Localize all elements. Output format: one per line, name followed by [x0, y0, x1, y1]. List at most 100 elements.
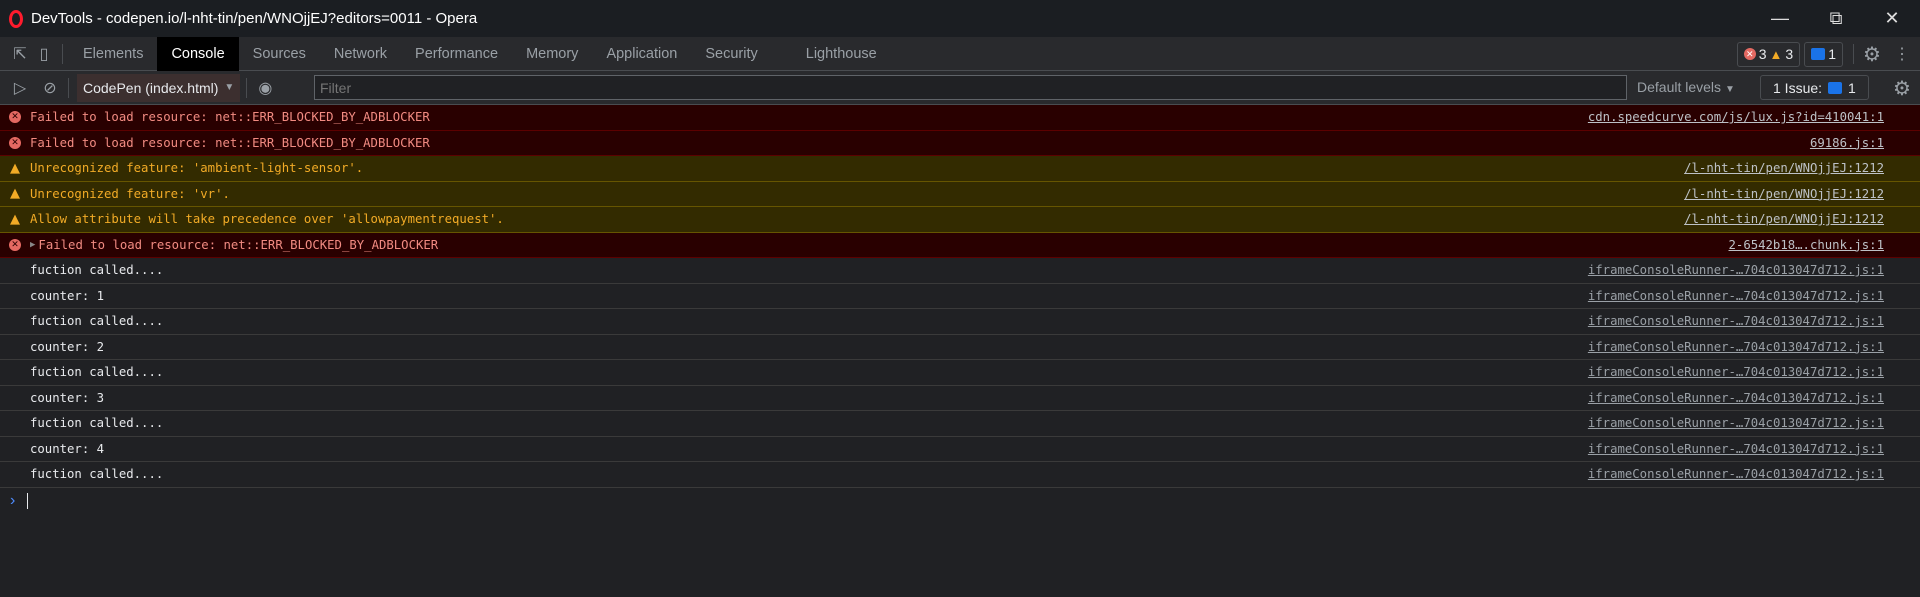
restore-icon[interactable]: ⧉ [1808, 0, 1864, 37]
source-link[interactable]: iframeConsoleRunner-…704c013047d712.js:1 [1588, 416, 1884, 430]
log-levels-dropdown[interactable]: Default levels ▼ [1637, 79, 1735, 95]
source-link[interactable]: iframeConsoleRunner-…704c013047d712.js:1 [1588, 314, 1884, 328]
source-link[interactable]: iframeConsoleRunner-…704c013047d712.js:1 [1588, 340, 1884, 354]
devtools-tabs: ⇱ ▯ Elements Console Sources Network Perform… [0, 36, 1920, 71]
message-text: fuction called.... [30, 467, 164, 482]
sidebar-toggle-icon[interactable]: ▷ [8, 76, 32, 100]
message-text: Unrecognized feature: 'vr'. [30, 186, 230, 201]
tab-lighthouse[interactable]: Lighthouse [792, 37, 891, 71]
source-link[interactable]: iframeConsoleRunner-…704c013047d712.js:1 [1588, 442, 1884, 456]
divider [62, 43, 63, 64]
device-toolbar-icon[interactable]: ▯ [32, 42, 56, 66]
console-message-warning: ▲ Allow attribute will take precedence ov… [0, 207, 1920, 233]
tab-security[interactable]: Security [691, 37, 771, 71]
chevron-down-icon: ▼ [1724, 84, 1735, 95]
error-icon: ✕ [9, 136, 21, 149]
tab-network[interactable]: Network [320, 37, 401, 71]
message-count: 1 [1828, 46, 1836, 62]
console-message-log: counter: 2 iframeConsoleRunner-…704c01304… [0, 335, 1920, 360]
console-message-warning: ▲ Unrecognized feature: 'vr'. /l-nht-tin/p… [0, 181, 1920, 207]
console-message-log: counter: 3 iframeConsoleRunner-…704c01304… [0, 386, 1920, 411]
live-expression-eye-icon[interactable]: ◉ [253, 76, 277, 100]
tab-application[interactable]: Application [592, 37, 691, 71]
error-icon: ✕ [1743, 48, 1756, 60]
source-link[interactable]: 69186.js:1 [1810, 136, 1884, 150]
message-text: Failed to load resource: net::ERR_BLOCKE… [30, 110, 430, 125]
console-message-log: fuction called.... iframeConsoleRunner-…7… [0, 360, 1920, 386]
clear-console-icon[interactable]: ⊘ [38, 76, 62, 100]
tab-console[interactable]: Console [157, 36, 239, 71]
chevron-down-icon: ▼ [224, 82, 235, 93]
message-text: counter: 2 [30, 339, 105, 354]
error-icon: ✕ [9, 111, 21, 123]
message-icon [1811, 48, 1826, 60]
source-link[interactable]: /l-nht-tin/pen/WNOjjEJ:1212 [1684, 212, 1884, 226]
message-text: fuction called.... [30, 416, 164, 431]
console-prompt[interactable]: › [0, 488, 1920, 514]
console-message-log: counter: 4 iframeConsoleRunner-…704c01304… [0, 437, 1920, 462]
source-link[interactable]: iframeConsoleRunner-…704c013047d712.js:1 [1588, 391, 1884, 405]
text-cursor [27, 492, 29, 509]
console-message-log: fuction called.... iframeConsoleRunner-…7… [0, 411, 1920, 437]
issues-count: 1 [1848, 79, 1856, 96]
warning-icon: ▲ [10, 186, 20, 201]
message-text: fuction called.... [30, 365, 164, 380]
source-link[interactable]: 2-6542b18….chunk.js:1 [1729, 238, 1884, 252]
issues-button[interactable]: 1 Issue: 1 [1760, 75, 1869, 100]
source-link[interactable]: iframeConsoleRunner-…704c013047d712.js:1 [1588, 289, 1884, 303]
message-text: Failed to load resource: net::ERR_BLOCKE… [38, 237, 439, 252]
message-text: Allow attribute will take precedence ove… [30, 212, 504, 227]
message-text: fuction called.... [30, 314, 164, 329]
divider [1853, 44, 1854, 64]
issues-label: 1 Issue: [1773, 79, 1823, 96]
tab-elements[interactable]: Elements [69, 37, 157, 71]
tab-memory[interactable]: Memory [512, 37, 592, 71]
warning-icon: ▲ [1769, 46, 1783, 62]
message-text: Failed to load resource: net::ERR_BLOCKE… [30, 135, 430, 150]
messages-counter[interactable]: 1 [1804, 41, 1843, 67]
opera-logo-icon [9, 9, 23, 28]
levels-label: Default levels [1637, 79, 1722, 95]
warning-icon: ▲ [10, 211, 20, 227]
expand-triangle-icon[interactable]: ▶ [30, 240, 35, 250]
source-link[interactable]: iframeConsoleRunner-…704c013047d712.js:1 [1588, 263, 1884, 277]
tab-performance[interactable]: Performance [401, 37, 512, 71]
console-toolbar: ▷ ⊘ CodePen (index.html) ▼ ◉ Default lev… [0, 71, 1920, 105]
divider [246, 77, 248, 98]
console-message-error: ✕ ▶ Failed to load resource: net::ERR_BLOC… [0, 232, 1920, 258]
more-options-icon[interactable]: ⋮ [1890, 42, 1914, 66]
close-icon[interactable]: ✕ [1864, 0, 1920, 37]
context-selector[interactable]: CodePen (index.html) ▼ [77, 73, 241, 102]
source-link[interactable]: /l-nht-tin/pen/WNOjjEJ:1212 [1684, 161, 1884, 175]
console-message-log: fuction called.... iframeConsoleRunner-…7… [0, 309, 1920, 335]
divider [68, 77, 69, 98]
source-link[interactable]: /l-nht-tin/pen/WNOjjEJ:1212 [1684, 187, 1884, 201]
warning-count: 3 [1785, 46, 1794, 62]
message-text: counter: 1 [30, 288, 105, 303]
console-message-log: fuction called.... iframeConsoleRunner-…7… [0, 462, 1920, 488]
console-message-error: ✕ Failed to load resource: net::ERR_BLOCK… [0, 130, 1920, 156]
settings-gear-icon[interactable]: ⚙ [1860, 42, 1884, 66]
minimize-icon[interactable]: — [1752, 0, 1808, 37]
console-message-error: ✕ Failed to load resource: net::ERR_BLOCK… [0, 105, 1920, 131]
title-bar: DevTools - codepen.io/l-nht-tin/pen/WNOj… [0, 0, 1920, 37]
warning-icon: ▲ [10, 160, 20, 176]
filter-input[interactable] [314, 75, 1627, 100]
context-label: CodePen (index.html) [83, 79, 219, 96]
source-link[interactable]: iframeConsoleRunner-…704c013047d712.js:1 [1588, 467, 1884, 481]
tab-sources[interactable]: Sources [239, 37, 320, 71]
message-text: counter: 3 [30, 390, 105, 405]
console-message-log: counter: 1 iframeConsoleRunner-…704c01304… [0, 284, 1920, 309]
prompt-chevron-icon: › [10, 491, 16, 509]
message-text: counter: 4 [30, 441, 105, 456]
error-count: 3 [1758, 46, 1767, 62]
source-link[interactable]: cdn.speedcurve.com/js/lux.js?id=410041:1 [1588, 110, 1884, 124]
window-title: DevTools - codepen.io/l-nht-tin/pen/WNOj… [31, 10, 478, 27]
source-link[interactable]: iframeConsoleRunner-…704c013047d712.js:1 [1588, 365, 1884, 379]
console-settings-gear-icon[interactable]: ⚙ [1890, 76, 1914, 100]
error-warning-counter[interactable]: ✕ 3 ▲ 3 [1736, 41, 1801, 67]
inspect-element-icon[interactable]: ⇱ [8, 42, 32, 66]
error-icon: ✕ [9, 238, 21, 251]
console-message-warning: ▲ Unrecognized feature: 'ambient-light-se… [0, 156, 1920, 182]
console-message-log: fuction called.... iframeConsoleRunner-…7… [0, 258, 1920, 284]
